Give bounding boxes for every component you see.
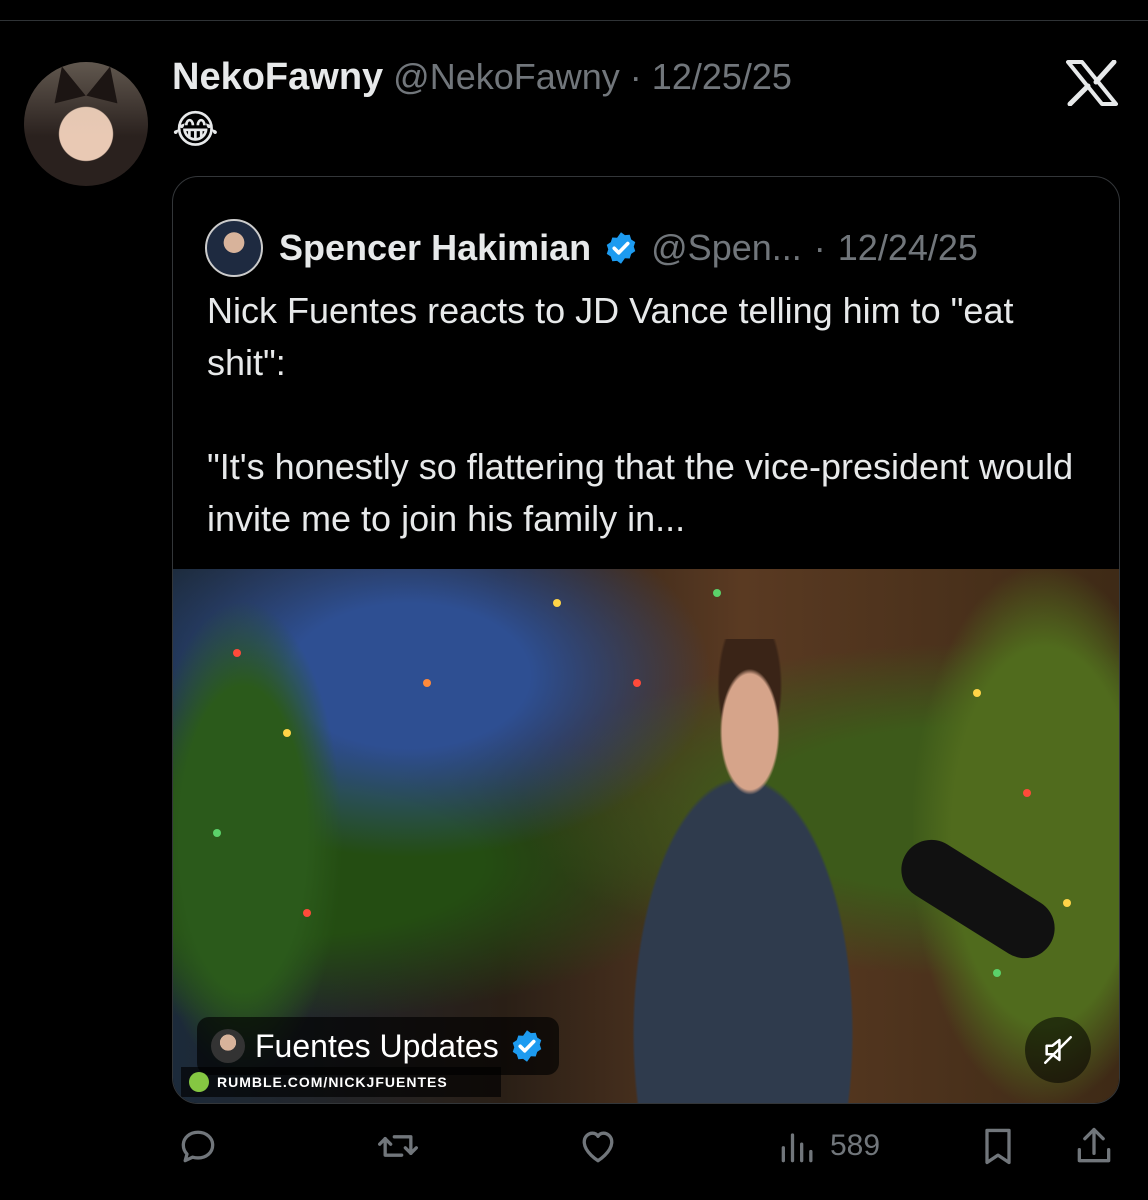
video-watermark: RUMBLE.COM/NICKJFUENTES bbox=[181, 1067, 501, 1097]
verified-badge-icon bbox=[606, 232, 636, 264]
speaker-figure bbox=[573, 639, 913, 1103]
quoted-post-date[interactable]: 12/24/25 bbox=[838, 227, 978, 269]
author-name[interactable]: NekoFawny bbox=[172, 56, 383, 99]
author-handle[interactable]: @NekoFawny bbox=[393, 56, 620, 98]
post-date[interactable]: 12/25/25 bbox=[652, 56, 792, 98]
post-text: 😂 bbox=[172, 108, 219, 152]
quoted-post-text: Nick Fuentes reacts to JD Vance telling … bbox=[207, 290, 1074, 539]
repost-icon bbox=[378, 1135, 418, 1157]
post-header: NekoFawny @NekoFawny · 12/25/25 bbox=[172, 56, 792, 99]
watermark-text: RUMBLE.COM/NICKJFUENTES bbox=[217, 1074, 448, 1090]
video-source-name: Fuentes Updates bbox=[255, 1027, 499, 1064]
christmas-tree-left bbox=[173, 599, 343, 1079]
string-light bbox=[993, 969, 1001, 977]
verified-badge-icon bbox=[512, 1030, 541, 1062]
heart-icon bbox=[582, 1131, 614, 1163]
author-avatar[interactable] bbox=[24, 62, 148, 186]
source-avatar bbox=[211, 1029, 245, 1063]
quoted-header-separator: · bbox=[813, 227, 826, 268]
header-separator: · bbox=[629, 56, 642, 97]
string-light bbox=[1063, 899, 1071, 907]
string-light bbox=[283, 729, 291, 737]
action-bar: 589 bbox=[0, 1124, 1148, 1180]
top-divider bbox=[0, 20, 1148, 21]
christmas-tree-right bbox=[913, 569, 1119, 1103]
muted-speaker-icon bbox=[1043, 1035, 1073, 1065]
views-icon bbox=[781, 1133, 813, 1163]
bookmark-icon bbox=[985, 1128, 1011, 1165]
views-count: 589 bbox=[830, 1129, 881, 1162]
share-button[interactable] bbox=[1072, 1124, 1116, 1168]
share-icon bbox=[1077, 1127, 1111, 1163]
quoted-author-handle[interactable]: @Spen... bbox=[651, 227, 802, 269]
rumble-icon bbox=[189, 1072, 209, 1092]
quoted-author-avatar[interactable] bbox=[205, 219, 263, 277]
quoted-post-header: Spencer Hakimian @Spen... · 12/24/25 bbox=[205, 219, 978, 277]
string-light bbox=[553, 599, 561, 607]
string-light bbox=[423, 679, 431, 687]
reply-button[interactable] bbox=[176, 1124, 220, 1168]
repost-button[interactable] bbox=[376, 1124, 420, 1168]
x-logo-icon bbox=[1066, 60, 1118, 106]
mute-button[interactable] bbox=[1025, 1017, 1091, 1083]
quoted-post-card[interactable]: Spencer Hakimian @Spen... · 12/24/25 Nic… bbox=[172, 176, 1120, 1104]
like-button[interactable] bbox=[576, 1124, 620, 1168]
string-light bbox=[303, 909, 311, 917]
reply-icon bbox=[181, 1130, 215, 1163]
video-media[interactable]: Fuentes Updates RUMBLE.COM/NICKJFUENTES bbox=[173, 569, 1119, 1103]
quoted-author-name[interactable]: Spencer Hakimian bbox=[279, 227, 591, 269]
bookmark-button[interactable] bbox=[976, 1124, 1020, 1168]
string-light bbox=[233, 649, 241, 657]
string-light bbox=[213, 829, 221, 837]
string-light bbox=[1023, 789, 1031, 797]
string-light bbox=[973, 689, 981, 697]
avatar-background bbox=[24, 62, 148, 186]
string-light bbox=[713, 589, 721, 597]
views-button[interactable]: 589 bbox=[776, 1124, 880, 1168]
